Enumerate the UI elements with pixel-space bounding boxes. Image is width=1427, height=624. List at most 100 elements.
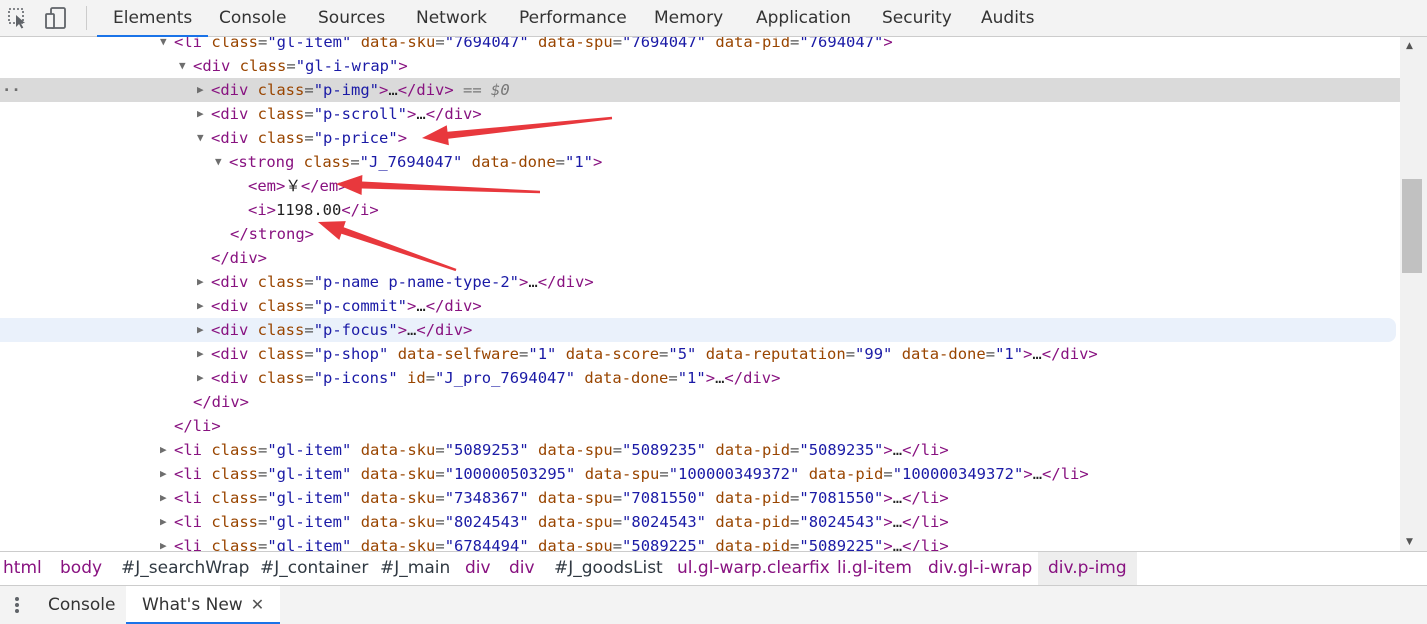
expand-triangle-closed-icon[interactable]: ▶ bbox=[197, 342, 204, 366]
markup-token: </div> bbox=[193, 393, 249, 411]
markup-token: "8024543" bbox=[799, 513, 884, 531]
node-actions-ellipsis-icon[interactable]: ·· bbox=[2, 78, 21, 102]
node-markup: <li class="gl-item" data-sku="8024543" d… bbox=[174, 510, 949, 534]
markup-token: class bbox=[211, 37, 258, 51]
scrollbar-thumb[interactable] bbox=[1402, 179, 1422, 273]
devtools-toolbar: Elements Console Sources Network Performance… bbox=[0, 0, 1427, 37]
breadcrumb-item[interactable]: li.gl-item bbox=[837, 552, 912, 585]
node-markup: <div class="p-scroll">…</div> bbox=[211, 102, 482, 126]
breadcrumb-item[interactable]: #J_searchWrap bbox=[121, 552, 249, 585]
dom-tree-node[interactable]: </div> bbox=[0, 246, 1400, 270]
tab-audits[interactable]: Audits bbox=[981, 0, 1034, 36]
dom-tree-node[interactable]: ▶ <li class="gl-item" data-sku="100000503… bbox=[0, 462, 1400, 486]
tab-performance[interactable]: Performance bbox=[519, 0, 627, 36]
dom-tree-node[interactable]: ▼ <div class="gl-i-wrap"> bbox=[0, 54, 1400, 78]
node-markup: <strong class="J_7694047" data-done="1"> bbox=[229, 150, 602, 174]
dom-tree-node[interactable]: <i>1198.00</i> bbox=[0, 198, 1400, 222]
dom-tree-node[interactable]: ▶ <div class="p-scroll">…</div> bbox=[0, 102, 1400, 126]
markup-token: "p-commit" bbox=[313, 297, 408, 315]
breadcrumb-item[interactable]: ul.gl-warp.clearfix bbox=[677, 552, 830, 585]
scroll-up-arrow-icon[interactable]: ▲ bbox=[1406, 41, 1413, 51]
dom-tree-node[interactable]: ▶ <li class="gl-item" data-sku="8024543" … bbox=[0, 510, 1400, 534]
dom-tree-node[interactable]: ▶ <div class="p-commit">…</div> bbox=[0, 294, 1400, 318]
markup-token: </div> bbox=[397, 81, 454, 99]
markup-token: data-spu bbox=[538, 37, 613, 51]
tab-console[interactable]: Console bbox=[219, 0, 287, 36]
markup-token: = bbox=[612, 489, 623, 507]
breadcrumb-item[interactable]: body bbox=[60, 552, 102, 585]
breadcrumb-item[interactable]: #J_goodsList bbox=[554, 552, 663, 585]
expand-triangle-closed-icon[interactable]: ▶ bbox=[197, 318, 204, 342]
markup-token: = bbox=[435, 489, 445, 507]
tab-network[interactable]: Network bbox=[416, 0, 487, 36]
expand-triangle-open-icon[interactable]: ▼ bbox=[160, 37, 167, 54]
drawer-tab-what-s-new[interactable]: What's New ✕ bbox=[126, 586, 281, 624]
breadcrumb-item[interactable]: div.p-img bbox=[1038, 552, 1137, 585]
dom-tree-node[interactable]: ▶ <div class="p-icons" id="J_pro_7694047"… bbox=[0, 366, 1400, 390]
scroll-down-arrow-icon[interactable]: ▼ bbox=[1406, 537, 1413, 547]
expand-triangle-closed-icon[interactable]: ▶ bbox=[160, 462, 167, 486]
dom-tree-node[interactable]: ▼ <div class="p-price"> bbox=[0, 126, 1400, 150]
drawer-menu-icon[interactable] bbox=[10, 595, 24, 615]
breadcrumb-item[interactable]: #J_container bbox=[260, 552, 368, 585]
node-markup: <div class="p-icons" id="J_pro_7694047" … bbox=[211, 366, 780, 390]
tab-security[interactable]: Security bbox=[882, 0, 952, 36]
dom-tree-node[interactable]: ▶ <div class="p-shop" data-selfware="1" d… bbox=[0, 342, 1400, 366]
inspect-element-icon[interactable] bbox=[6, 6, 32, 30]
breadcrumb-item[interactable]: html bbox=[3, 552, 42, 585]
dom-tree-node[interactable]: ▶ <li class="gl-item" data-sku="7348367" … bbox=[0, 486, 1400, 510]
expand-triangle-open-icon[interactable]: ▼ bbox=[197, 126, 204, 150]
dom-tree-node[interactable]: ▶ <li class="gl-item" data-sku="6784494" … bbox=[0, 534, 1400, 551]
expand-triangle-closed-icon[interactable]: ▶ bbox=[160, 486, 167, 510]
expand-triangle-open-icon[interactable]: ▼ bbox=[215, 150, 222, 174]
tree-scrollbar[interactable]: ▲ ▼ bbox=[1400, 37, 1427, 551]
markup-token: = bbox=[435, 37, 445, 51]
markup-token: = bbox=[790, 441, 800, 459]
expand-triangle-open-icon[interactable]: ▼ bbox=[179, 54, 186, 78]
markup-token: > bbox=[397, 321, 408, 339]
markup-token: "p-shop" bbox=[313, 345, 389, 363]
markup-token: "8024543" bbox=[622, 513, 707, 531]
node-markup: <div class="p-price"> bbox=[211, 126, 407, 150]
dom-tree-node[interactable]: ▶ <div class="p-name p-name-type-2">…</di… bbox=[0, 270, 1400, 294]
dom-tree-node[interactable]: ·· ▶ <div class="p-img">…</div> == $0 bbox=[0, 78, 1400, 102]
node-markup: <div class="p-img">…</div> == $0 bbox=[211, 78, 510, 102]
expand-triangle-closed-icon[interactable]: ▶ bbox=[160, 510, 167, 534]
dom-tree-node[interactable]: ▼ <strong class="J_7694047" data-done="1"… bbox=[0, 150, 1400, 174]
markup-token: = bbox=[555, 153, 566, 171]
dom-tree-node[interactable]: </strong> bbox=[0, 222, 1400, 246]
markup-token: 1198.00 bbox=[276, 201, 342, 219]
markup-token: = bbox=[435, 465, 445, 483]
tab-memory[interactable]: Memory bbox=[654, 0, 723, 36]
markup-token: data-done bbox=[584, 369, 669, 387]
expand-triangle-closed-icon[interactable]: ▶ bbox=[160, 534, 167, 551]
drawer-tab-console[interactable]: Console bbox=[32, 586, 132, 624]
breadcrumb-item[interactable]: #J_main bbox=[380, 552, 450, 585]
dom-tree-node[interactable]: ▶ <li class="gl-item" data-sku="5089253" … bbox=[0, 438, 1400, 462]
dom-tree-node[interactable]: </li> bbox=[0, 414, 1400, 438]
tab-sources[interactable]: Sources bbox=[318, 0, 385, 36]
tab-application[interactable]: Application bbox=[756, 0, 851, 36]
dom-tree-node[interactable]: <em>￥</em> bbox=[0, 174, 1400, 198]
expand-triangle-closed-icon[interactable]: ▶ bbox=[197, 366, 204, 390]
markup-token: = bbox=[304, 345, 314, 363]
markup-token: = bbox=[659, 345, 669, 363]
expand-triangle-closed-icon[interactable]: ▶ bbox=[197, 102, 204, 126]
dom-tree-node[interactable]: </div> bbox=[0, 390, 1400, 414]
dom-tree-node[interactable]: ▼ <li class="gl-item" data-sku="7694047" … bbox=[0, 37, 1400, 54]
expand-triangle-closed-icon[interactable]: ▶ bbox=[197, 78, 204, 102]
expand-triangle-closed-icon[interactable]: ▶ bbox=[197, 294, 204, 318]
expand-triangle-closed-icon[interactable]: ▶ bbox=[160, 438, 167, 462]
markup-token: <li bbox=[174, 37, 212, 51]
markup-token: "7081550" bbox=[799, 489, 884, 507]
expand-triangle-closed-icon[interactable]: ▶ bbox=[197, 270, 204, 294]
markup-token: class bbox=[257, 345, 305, 363]
dom-tree-node[interactable]: ▶ <div class="p-focus">…</div> bbox=[0, 318, 1396, 342]
close-tab-icon[interactable]: ✕ bbox=[251, 595, 264, 614]
device-toolbar-icon[interactable] bbox=[44, 6, 70, 30]
breadcrumb-item[interactable]: div bbox=[509, 552, 535, 585]
breadcrumb-item[interactable]: div bbox=[465, 552, 491, 585]
tab-elements[interactable]: Elements bbox=[96, 0, 209, 37]
elements-tree[interactable]: ▼ <li class="gl-item" data-sku="7694047" … bbox=[0, 37, 1400, 551]
breadcrumb-item[interactable]: div.gl-i-wrap bbox=[928, 552, 1032, 585]
